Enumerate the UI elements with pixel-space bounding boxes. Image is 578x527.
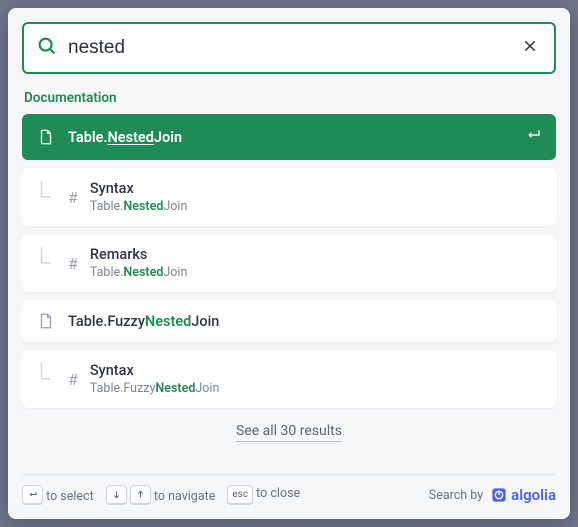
hash-icon: # [68,188,78,207]
result-heading: Syntax [90,362,542,379]
modal-footer: to select to navigate esc to close Searc… [22,474,556,505]
algolia-wordmark: algolia [511,486,556,504]
tree-icon: # [36,180,78,214]
see-all-results[interactable]: See all 30 results [22,420,556,439]
hint-select: to select [46,489,94,504]
esc-key-icon: esc [227,485,253,505]
section-label: Documentation [24,90,554,106]
result-heading: Syntax [90,180,542,197]
result-item[interactable]: Table.FuzzyNestedJoin [22,300,556,342]
result-heading: Remarks [90,246,542,263]
clear-button[interactable] [518,34,542,63]
search-input[interactable] [68,37,508,59]
result-title: Table.FuzzyNestedJoin [68,313,542,330]
search-icon [36,35,58,61]
result-item[interactable]: # Remarks Table.NestedJoin [22,234,556,292]
hint-navigate: to navigate [154,489,215,504]
algolia-logo-icon: algolia [491,486,556,504]
result-path: Table.NestedJoin [90,265,542,280]
result-path: Table.FuzzyNestedJoin [90,381,542,396]
result-item[interactable]: # Syntax Table.FuzzyNestedJoin [22,350,556,408]
powered-by[interactable]: Search by algolia [429,486,556,504]
arrow-down-key-icon [106,485,127,505]
page-icon [36,312,56,330]
tree-icon: # [36,246,78,280]
hash-icon: # [68,370,78,389]
tree-icon: # [36,362,78,396]
result-path: Table.NestedJoin [90,199,542,214]
search-modal: Documentation Table.NestedJoin # Sy [8,8,570,519]
keyboard-hints: to select to navigate esc to close [22,485,300,505]
results-list: Table.NestedJoin # Syntax Table.NestedJo… [22,114,556,470]
page-icon [36,128,56,146]
search-box[interactable] [22,22,556,74]
enter-key-icon [22,485,43,505]
result-item[interactable]: # Syntax Table.NestedJoin [22,168,556,226]
hint-close: to close [256,486,300,501]
enter-icon [524,126,542,148]
result-title: Table.NestedJoin [68,129,512,146]
result-item[interactable]: Table.NestedJoin [22,114,556,160]
hash-icon: # [68,254,78,273]
search-by-label: Search by [429,488,483,503]
arrow-up-key-icon [130,485,151,505]
